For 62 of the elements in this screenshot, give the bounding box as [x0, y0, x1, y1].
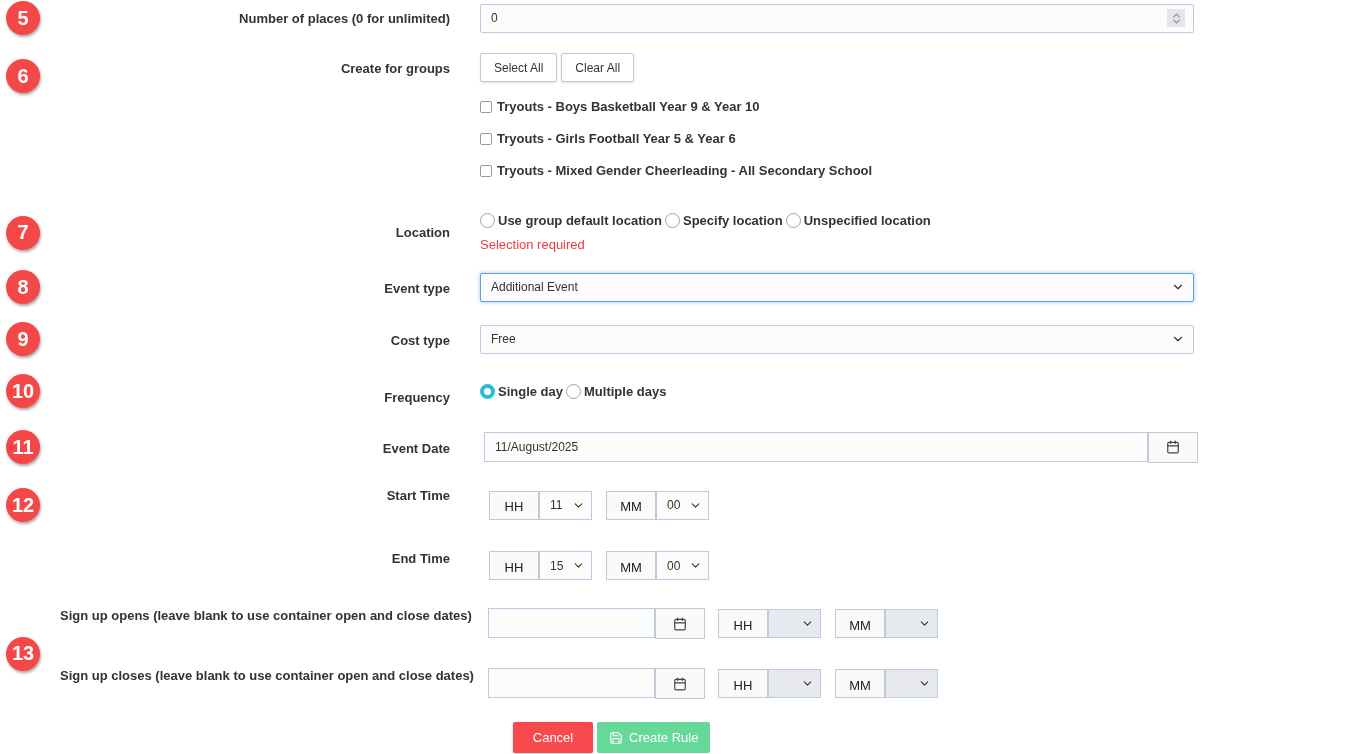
field-label: Event type [383, 280, 451, 296]
minute-select[interactable]: 00 [656, 490, 709, 520]
field-label: Create for groups [339, 60, 451, 76]
dropdown-select[interactable]: Free [480, 324, 1194, 354]
minute-select[interactable]: 00 [656, 551, 709, 580]
group-checkbox[interactable]: Tryouts - Boys Basketball Year 9 & Year 10 [480, 99, 760, 114]
field-label: Number of places (0 for unlimited) [238, 10, 451, 26]
step-badge: 11 [6, 430, 40, 464]
date-input[interactable]: 11/August/2025 [484, 431, 1148, 462]
calendar-button[interactable] [655, 608, 705, 639]
radio-option[interactable]: Multiple days [566, 383, 667, 399]
step-badge: 8 [6, 270, 40, 304]
group-checkbox[interactable]: Tryouts - Mixed Gender Cheerleading - All Secondary School [480, 163, 873, 178]
calendar-button[interactable] [655, 668, 705, 699]
minute-label: MM [835, 609, 885, 638]
calendar-button[interactable] [1148, 431, 1198, 463]
hour-select[interactable]: 11 [539, 490, 592, 520]
step-badge: 12 [6, 488, 40, 522]
group-select-button[interactable]: Select All [480, 53, 558, 82]
field-label: Sign up opens (leave blank to use container open and close dates) [60, 608, 473, 623]
spinner-icon [1167, 9, 1185, 27]
minute-label: MM [606, 490, 656, 520]
hour-label: HH [718, 609, 768, 638]
number-input[interactable]: 0 [480, 3, 1194, 33]
minute-label: MM [835, 669, 885, 698]
field-label: Event Date [381, 440, 451, 456]
hour-label: HH [718, 669, 768, 698]
calendar-icon [1166, 440, 1180, 454]
error-message: Selection required [480, 237, 585, 252]
date-input[interactable] [488, 608, 655, 638]
radio-option[interactable]: Use group default location [480, 213, 662, 228]
cancel-button[interactable]: Cancel [513, 722, 593, 753]
dropdown-select[interactable]: Additional Event [480, 272, 1194, 302]
step-badge: 9 [6, 322, 40, 356]
radio-option[interactable]: Unspecified location [785, 213, 931, 228]
hour-select[interactable]: 15 [539, 551, 592, 580]
calendar-icon [673, 616, 687, 631]
step-badge: 5 [6, 1, 40, 35]
field-label: Sign up closes (leave blank to use container open and close dates) [60, 668, 475, 683]
field-label: Start Time [385, 488, 451, 503]
hour-select[interactable] [768, 669, 821, 698]
date-input[interactable] [488, 668, 655, 698]
minute-select[interactable] [885, 609, 938, 638]
group-select-button[interactable]: Clear All [561, 53, 635, 82]
radio-option[interactable]: Specify location [664, 213, 783, 228]
step-badge: 13 [6, 636, 40, 671]
field-label: End Time [390, 551, 451, 566]
minute-label: MM [606, 551, 656, 580]
field-label: Location [394, 225, 451, 240]
group-checkbox[interactable]: Tryouts - Girls Football Year 5 & Year 6 [480, 131, 736, 146]
field-label: Frequency [383, 388, 451, 405]
hour-label: HH [489, 551, 539, 580]
hour-label: HH [489, 490, 539, 520]
radio-option[interactable]: Single day [480, 383, 564, 399]
minute-select[interactable] [885, 669, 938, 698]
field-label: Cost type [389, 332, 451, 348]
step-badge: 7 [6, 215, 40, 250]
step-badge: 6 [6, 59, 40, 93]
hour-select[interactable] [768, 609, 821, 638]
step-badge: 10 [6, 374, 40, 408]
save-icon [609, 730, 623, 745]
calendar-icon [673, 676, 687, 691]
